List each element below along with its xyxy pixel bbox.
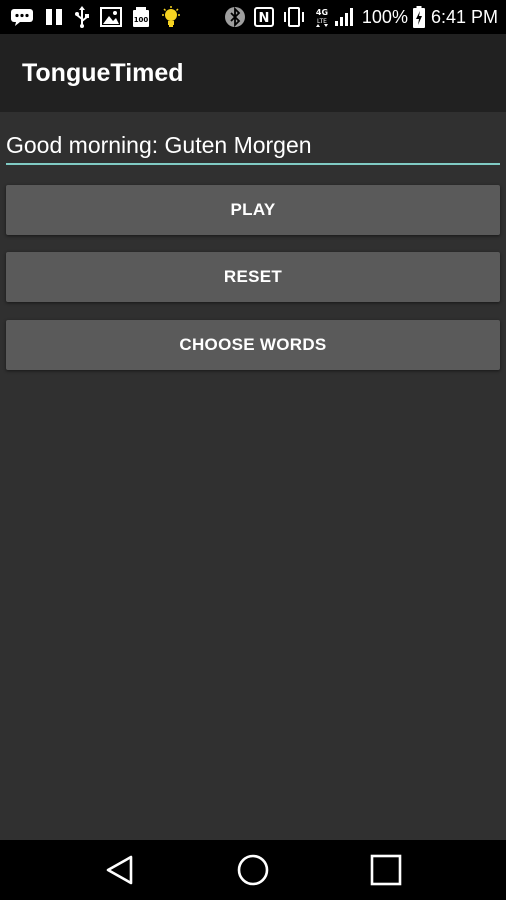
back-button[interactable]	[98, 850, 142, 890]
status-bar-system: N 4G LTE 100% 6:41 PM	[224, 5, 498, 29]
status-bar: 100 N 4G LTE 100% 6:41 PM	[0, 0, 506, 34]
message-icon	[10, 5, 34, 29]
home-button[interactable]	[231, 850, 275, 890]
network-type-icon: 4G LTE	[314, 5, 330, 29]
recent-apps-button[interactable]	[364, 850, 408, 890]
signal-icon	[334, 5, 356, 29]
main-content: Good morning: Guten Morgen PLAY RESET CH…	[0, 112, 506, 840]
battery-charging-icon	[412, 5, 425, 29]
vibrate-icon	[282, 5, 306, 29]
nfc-icon: N	[253, 5, 274, 29]
svg-text:LTE: LTE	[317, 18, 327, 25]
pause-icon	[44, 5, 64, 29]
app-title: TongueTimed	[22, 59, 184, 87]
status-bar-notifications: 100	[10, 5, 182, 29]
usb-icon	[74, 5, 90, 29]
navigation-bar	[0, 840, 506, 900]
back-triangle-icon	[106, 855, 133, 885]
battery-percent: 100%	[361, 6, 408, 27]
svg-text:4G: 4G	[316, 8, 328, 17]
svg-text:N: N	[258, 11, 269, 26]
bluetooth-icon	[224, 5, 246, 29]
storage-icon: 100	[132, 5, 150, 29]
lightbulb-icon	[160, 5, 182, 29]
recent-apps-square-icon	[370, 854, 402, 886]
phrase-field[interactable]: Good morning: Guten Morgen	[6, 128, 500, 165]
reset-button[interactable]: RESET	[6, 252, 500, 302]
home-circle-icon	[237, 854, 269, 886]
clock: 6:41 PM	[430, 6, 498, 27]
image-icon	[100, 5, 122, 29]
svg-text:100: 100	[134, 16, 149, 24]
choose-words-button[interactable]: CHOOSE WORDS	[6, 320, 500, 370]
app-bar: TongueTimed	[0, 34, 506, 112]
play-button[interactable]: PLAY	[6, 185, 500, 235]
